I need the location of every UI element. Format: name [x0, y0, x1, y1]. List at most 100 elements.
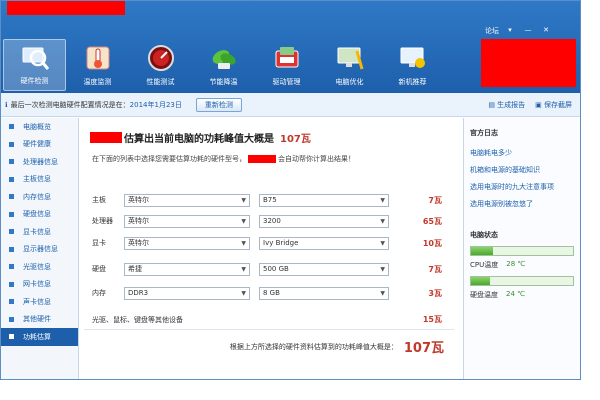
brand-select[interactable]: 英特尔 ▼: [124, 214, 250, 228]
bullet-icon: [9, 159, 14, 165]
report-links: ▤ 生成报告 ▣ 保存截屏: [488, 100, 572, 110]
model-select[interactable]: Ivy Bridge ▼: [259, 236, 389, 250]
model-select[interactable]: B75 ▼: [259, 193, 389, 207]
tool-energy-saving[interactable]: 节能降温: [192, 39, 255, 91]
tool-temperature[interactable]: 温度监测: [66, 39, 129, 91]
dropdown-arrow-icon: ▼: [241, 289, 246, 297]
save-screenshot-link[interactable]: ▣ 保存截屏: [535, 100, 572, 110]
minimize-icon[interactable]: —: [521, 25, 535, 36]
tool-performance[interactable]: 性能测试: [129, 39, 192, 91]
sidebar-item-motherboard[interactable]: 主板信息: [1, 171, 78, 189]
row-label: 主板: [92, 196, 106, 204]
tool-label: 新机推荐: [398, 78, 427, 86]
model-select[interactable]: 500 GB ▼: [259, 262, 389, 276]
brand-select[interactable]: 英特尔 ▼: [124, 193, 250, 207]
magnifier-computer-icon: [22, 47, 49, 70]
report-icon: ▤: [488, 100, 498, 109]
cpu-temp: CPU温度 28 ℃: [470, 246, 575, 270]
menu-dropdown-icon[interactable]: ▾: [503, 25, 517, 36]
sidebar-item-gpu[interactable]: 显卡信息: [1, 223, 78, 241]
redetect-button[interactable]: 重新检测: [195, 97, 242, 112]
brand-select[interactable]: 英特尔 ▼: [124, 236, 250, 250]
sidebar-item-monitor[interactable]: 显示器信息: [1, 241, 78, 259]
sidebar-item-optical[interactable]: 光驱信息: [1, 258, 78, 276]
row-label: 内存: [92, 289, 106, 297]
monitor-broom-icon: [337, 47, 363, 70]
sidebar-item-memory[interactable]: 内存信息: [1, 188, 78, 206]
official-log-title: 官方日志: [470, 129, 498, 137]
sidebar-item-label: 处理器信息: [23, 157, 58, 166]
brand-value: 英特尔: [128, 217, 149, 225]
last-detect-date: 2014年1月23日: [129, 100, 182, 109]
bullet-icon: [9, 194, 14, 200]
model-value: B75: [263, 196, 277, 204]
log-link[interactable]: 选用电源时的九大注意事项: [470, 182, 575, 199]
bullet-icon: [9, 264, 14, 270]
log-link[interactable]: 电脑耗电多少: [470, 148, 575, 165]
sidebar-item-health[interactable]: 硬件健康: [1, 136, 78, 154]
log-link[interactable]: 选用电源别被忽悠了: [470, 199, 575, 216]
sidebar-item-sound[interactable]: 声卡信息: [1, 293, 78, 311]
model-select[interactable]: 3200 ▼: [259, 214, 389, 228]
tool-driver[interactable]: 驱动管理: [255, 39, 318, 91]
bullet-icon: [9, 246, 14, 252]
tool-optimize[interactable]: 电脑优化: [318, 39, 381, 91]
row-watt: 10瓦: [422, 238, 442, 248]
main-panel: 估算出当前电脑的功耗峰值大概是 107瓦 在下面的列表中选择您需要估算功耗的硬件…: [84, 118, 454, 379]
brand-select[interactable]: DDR3 ▼: [124, 286, 250, 300]
sidebar-item-cpu[interactable]: 处理器信息: [1, 153, 78, 171]
sidebar: 电脑概览 硬件健康 处理器信息 主板信息 内存信息 硬盘信息 显卡信息 显示器信…: [1, 118, 79, 379]
tool-hardware-detect[interactable]: 硬件检测: [3, 39, 66, 91]
bullet-icon: [9, 229, 14, 235]
sidebar-item-disk[interactable]: 硬盘信息: [1, 206, 78, 224]
sidebar-item-label: 硬盘信息: [23, 210, 51, 219]
header: 论坛 ▾ — ✕ 硬件检测 温度监测 性能测试 节能降温 驱动管理 电脑优化 新…: [1, 1, 580, 93]
sidebar-item-overview[interactable]: 电脑概览: [1, 118, 78, 136]
brand-select[interactable]: 希捷 ▼: [124, 262, 250, 276]
sidebar-item-label: 显卡信息: [23, 227, 51, 236]
row-watt: 65瓦: [422, 216, 442, 226]
tool-label: 硬件检测: [20, 77, 49, 85]
close-icon[interactable]: ✕: [539, 25, 553, 36]
dropdown-arrow-icon: ▼: [380, 289, 385, 297]
cpu-temp-label: CPU温度: [470, 261, 499, 269]
last-detect-text: 最后一次检测电脑硬件配置情况是在：: [10, 100, 130, 109]
log-link[interactable]: 机箱和电源的基础知识: [470, 165, 575, 182]
desc-text-b: 会自动帮你计算出结果！: [278, 155, 355, 163]
model-value: Ivy Bridge: [263, 239, 299, 247]
sidebar-item-label: 其他硬件: [23, 315, 51, 324]
generate-report-link[interactable]: ▤ 生成报告: [488, 100, 525, 110]
row-label: 显卡: [92, 239, 106, 247]
info-bar: ℹ 最后一次检测电脑硬件配置情况是在： 2014年1月23日 重新检测 ▤ 生成…: [1, 93, 580, 117]
title-text: 估算出当前电脑的功耗峰值大概是: [124, 134, 274, 145]
bullet-icon: [9, 124, 14, 130]
cpu-temp-value: 28 ℃: [506, 260, 526, 268]
form-row-cpu: 处理器 英特尔 ▼ 3200 ▼ 65瓦: [92, 214, 442, 228]
total-row: 根据上方所选择的硬件资料估算到的功耗峰值大概是： 107瓦: [230, 337, 444, 356]
sidebar-item-other[interactable]: 其他硬件: [1, 311, 78, 329]
form-row-gpu: 显卡 英特尔 ▼ Ivy Bridge ▼ 10瓦: [92, 236, 442, 250]
leaf-plug-icon: [212, 50, 236, 69]
tool-new-machine[interactable]: 新机推荐: [381, 39, 444, 91]
sidebar-item-label: 显示器信息: [23, 245, 58, 254]
total-watt: 107瓦: [403, 341, 444, 356]
new-computer-icon: [400, 47, 425, 68]
bullet-icon: [9, 316, 14, 322]
speed-gauge-icon: [147, 45, 174, 71]
bullet-icon: [9, 334, 14, 340]
bullet-icon: [9, 299, 14, 305]
sidebar-item-label: 网卡信息: [23, 280, 51, 289]
disk-temp-label: 硬盘温度: [470, 291, 498, 299]
bullet-icon: [9, 281, 14, 287]
forum-link[interactable]: 论坛: [485, 26, 499, 36]
form-row-motherboard: 主板 英特尔 ▼ B75 ▼ 7瓦: [92, 193, 442, 207]
sidebar-item-network[interactable]: 网卡信息: [1, 276, 78, 294]
disk-temp: 硬盘温度 24 ℃: [470, 276, 575, 300]
form-row-memory: 内存 DDR3 ▼ 8 GB ▼ 3瓦: [92, 286, 442, 300]
redacted-app-title: [7, 1, 125, 15]
row-watt: 7瓦: [428, 195, 442, 205]
sidebar-item-power[interactable]: 功耗估算: [1, 328, 78, 346]
model-select[interactable]: 8 GB ▼: [259, 286, 389, 300]
tool-label: 电脑优化: [335, 78, 364, 86]
bullet-icon: [9, 141, 14, 147]
